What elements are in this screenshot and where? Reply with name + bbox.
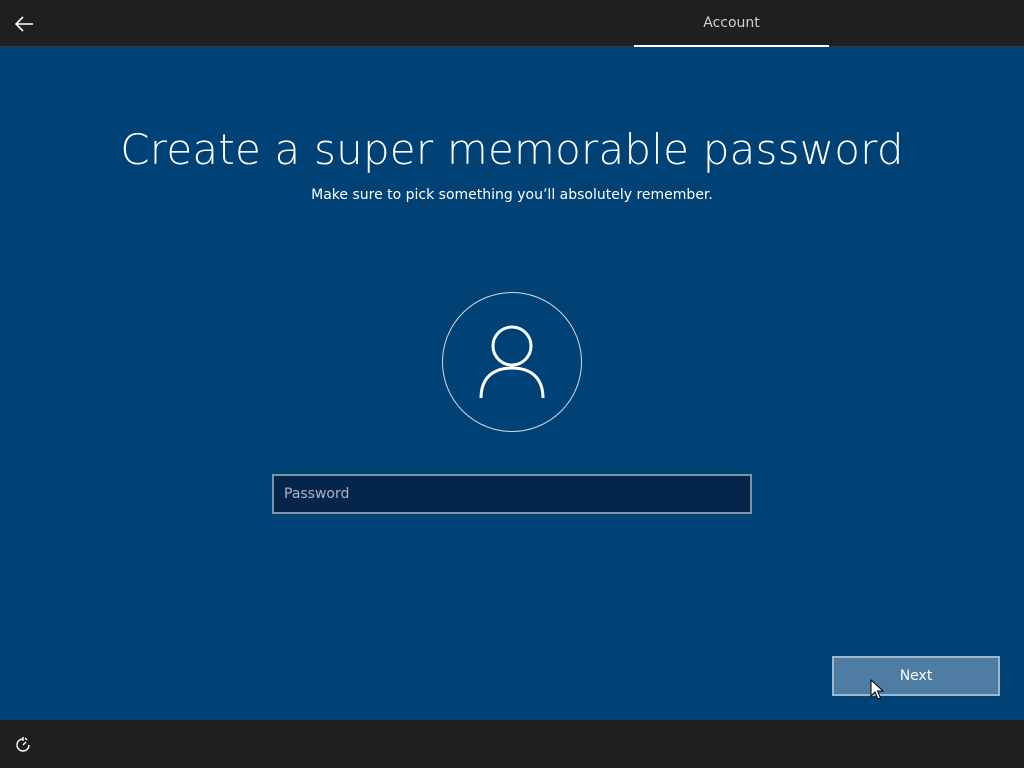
- user-icon: [479, 325, 545, 399]
- arrow-left-icon: [14, 16, 33, 32]
- tab-account-label: Account: [703, 14, 760, 31]
- bottom-bar: [0, 720, 1024, 768]
- main-panel: Create a super memorable password Make s…: [0, 47, 1024, 720]
- next-button-label: Next: [899, 668, 933, 684]
- password-input[interactable]: [272, 474, 752, 514]
- page-subtitle: Make sure to pick something you’ll absol…: [311, 187, 713, 203]
- ease-of-access-icon: [16, 737, 30, 752]
- page-title: Create a super memorable password: [120, 125, 904, 174]
- top-bar: Account: [0, 0, 1024, 47]
- back-button[interactable]: [8, 8, 40, 40]
- avatar: [442, 292, 582, 432]
- mouse-pointer-icon: [870, 679, 885, 700]
- ease-of-access-button[interactable]: [12, 734, 34, 756]
- next-button[interactable]: Next: [832, 656, 1000, 696]
- tab-account: Account: [634, 0, 829, 47]
